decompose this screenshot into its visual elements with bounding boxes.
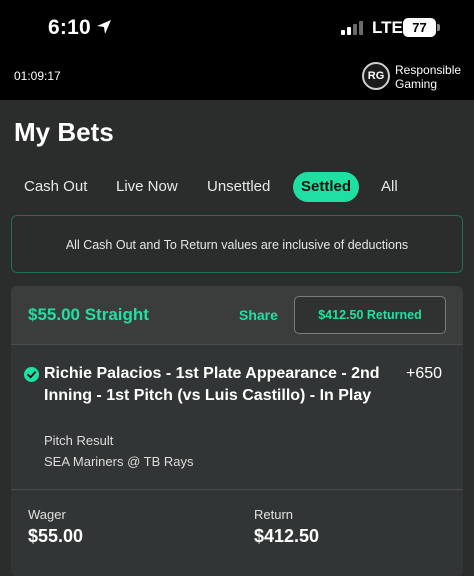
network-type: LTE xyxy=(372,18,403,37)
tab-unsettled[interactable]: Unsettled xyxy=(207,172,270,202)
return-label: Return xyxy=(254,507,294,522)
signal-strength-icon xyxy=(341,21,367,40)
share-button[interactable]: Share xyxy=(239,307,278,323)
tab-all[interactable]: All xyxy=(381,172,398,202)
bet-title: $55.00 Straight xyxy=(28,305,149,324)
tab-live-now[interactable]: Live Now xyxy=(116,172,178,202)
divider xyxy=(11,489,463,490)
returned-badge: $412.50 Returned xyxy=(294,296,446,334)
session-timer: 01:09:17 xyxy=(14,69,61,83)
rg-line-2: Gaming xyxy=(395,77,438,91)
check-circle-icon xyxy=(24,367,39,387)
wager-label: Wager xyxy=(28,507,66,522)
responsible-gaming-logo[interactable]: RG xyxy=(362,62,390,90)
tab-settled[interactable]: Settled xyxy=(293,172,360,202)
deductions-notice: All Cash Out and To Return values are in… xyxy=(11,215,463,273)
session-bar: 01:09:17 RG Responsible Gaming xyxy=(0,58,474,100)
clock: 6:10 xyxy=(48,16,91,39)
bet-market: Pitch Result xyxy=(44,433,114,448)
rg-line-1: Responsible xyxy=(395,63,462,77)
bet-filter-tabs: Cash Out Live Now Unsettled Settled All xyxy=(0,172,474,202)
tab-cash-out[interactable]: Cash Out xyxy=(24,172,87,202)
bet-odds: +650 xyxy=(406,365,443,382)
status-bar: 6:10 LTE 77 xyxy=(0,0,474,58)
battery-terminal xyxy=(437,24,440,31)
battery-icon: 77 xyxy=(403,18,436,37)
bet-card: $55.00 Straight Share $412.50 Returned R… xyxy=(11,286,463,576)
bet-selection: Richie Palacios - 1st Plate Appearance -… xyxy=(44,365,380,404)
bet-event: SEA Mariners @ TB Rays xyxy=(44,454,194,469)
location-arrow-icon xyxy=(96,19,112,40)
page-title: My Bets xyxy=(14,117,114,147)
return-value: $412.50 xyxy=(254,526,320,546)
divider xyxy=(11,344,463,345)
bet-card-header: $55.00 Straight Share $412.50 Returned xyxy=(11,286,463,344)
responsible-gaming-link[interactable]: Responsible Gaming xyxy=(395,63,461,91)
wager-value: $55.00 xyxy=(28,526,84,546)
